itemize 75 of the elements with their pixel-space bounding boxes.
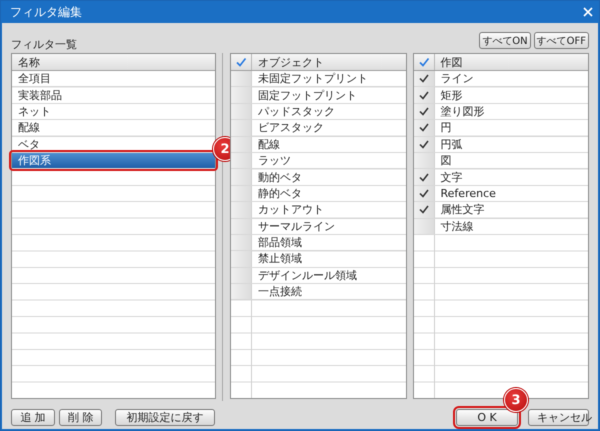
dialog-button[interactable]: 追 加 xyxy=(11,409,55,426)
checkbox[interactable] xyxy=(231,87,252,103)
check-icon xyxy=(418,205,429,214)
checkbox[interactable] xyxy=(414,186,435,202)
checkbox[interactable] xyxy=(231,268,252,284)
item-label: 一点接続 xyxy=(258,284,302,300)
check-icon xyxy=(418,106,429,116)
item-label: Reference xyxy=(440,186,496,200)
check-icon xyxy=(418,74,429,84)
item-label: 禁止領域 xyxy=(258,251,302,266)
checkbox[interactable] xyxy=(231,120,252,136)
item-label: ラッツ xyxy=(258,153,292,168)
checkbox[interactable] xyxy=(231,234,252,250)
dialog-button[interactable]: O K xyxy=(456,409,518,426)
check-icon xyxy=(418,123,429,132)
item-label: 塗り図形 xyxy=(440,104,485,119)
checkbox[interactable] xyxy=(231,186,252,202)
checkbox[interactable] xyxy=(414,169,435,185)
checkbox[interactable] xyxy=(231,152,252,168)
close-icon[interactable] xyxy=(583,7,593,17)
dialog-button[interactable]: 初期設定に戻す xyxy=(115,409,215,426)
item-label: 属性文字 xyxy=(440,202,485,218)
checkbox[interactable] xyxy=(414,71,435,86)
check-icon xyxy=(418,56,430,68)
checkbox[interactable] xyxy=(414,136,435,152)
checkbox[interactable] xyxy=(414,87,435,103)
item-label: サーマルライン xyxy=(258,218,336,234)
section-label: フィルタ一覧 xyxy=(11,37,77,52)
checkbox[interactable] xyxy=(414,120,435,136)
checkbox[interactable] xyxy=(231,284,252,300)
checkbox[interactable] xyxy=(231,71,252,86)
checkbox[interactable] xyxy=(414,104,435,120)
item-label: 固定フットプリント xyxy=(258,88,358,103)
list-item[interactable]: 作図系 xyxy=(12,152,216,170)
check-icon xyxy=(235,56,248,68)
column-header[interactable]: 作図 xyxy=(440,54,463,70)
check-icon xyxy=(418,90,429,100)
item-label: 未固定フットプリント xyxy=(258,71,368,86)
item-label: パッドスタック xyxy=(258,104,336,119)
item-label: 矩形 xyxy=(440,88,463,103)
checkbox[interactable] xyxy=(231,202,252,218)
item-label: 図 xyxy=(440,153,452,168)
list-item[interactable]: 配線 xyxy=(12,120,216,137)
item-label: 円 xyxy=(440,120,452,136)
item-label: デザインルール領域 xyxy=(258,268,358,283)
item-label: 動的ベタ xyxy=(258,170,302,185)
checkbox[interactable] xyxy=(231,218,252,234)
dialog-button[interactable]: 削 除 xyxy=(59,409,102,426)
check-icon xyxy=(418,140,429,149)
checkbox[interactable] xyxy=(231,136,252,152)
item-label: ライン xyxy=(440,71,474,86)
callout-badge: 3 xyxy=(504,388,528,412)
item-label: 部品領域 xyxy=(258,235,302,250)
dialog-button[interactable]: すべてON xyxy=(479,32,531,49)
item-label: ビアスタック xyxy=(258,120,324,136)
checkbox[interactable] xyxy=(231,104,252,120)
item-label: 円弧 xyxy=(440,136,463,152)
list-item[interactable]: 実装部品 xyxy=(12,87,216,104)
item-label: カットアウト xyxy=(258,202,324,218)
item-label: 文字 xyxy=(440,170,463,185)
checkbox[interactable] xyxy=(231,169,252,185)
checkbox[interactable] xyxy=(414,218,435,234)
item-label: 寸法線 xyxy=(440,218,474,234)
checkbox[interactable] xyxy=(231,251,252,267)
check-icon xyxy=(418,188,429,198)
item-label: 静的ベタ xyxy=(258,186,302,201)
checkbox[interactable] xyxy=(414,152,435,168)
list-item[interactable]: ネット xyxy=(12,104,216,120)
check-icon xyxy=(418,172,429,182)
window-title: フィルタ編集 xyxy=(10,4,82,20)
list-item[interactable]: 全項目 xyxy=(12,71,216,88)
item-label: 配線 xyxy=(258,136,280,152)
dialog-button[interactable]: すべてOFF xyxy=(534,32,589,49)
column-header[interactable]: 名称 xyxy=(18,54,40,70)
checkbox[interactable] xyxy=(414,202,435,218)
